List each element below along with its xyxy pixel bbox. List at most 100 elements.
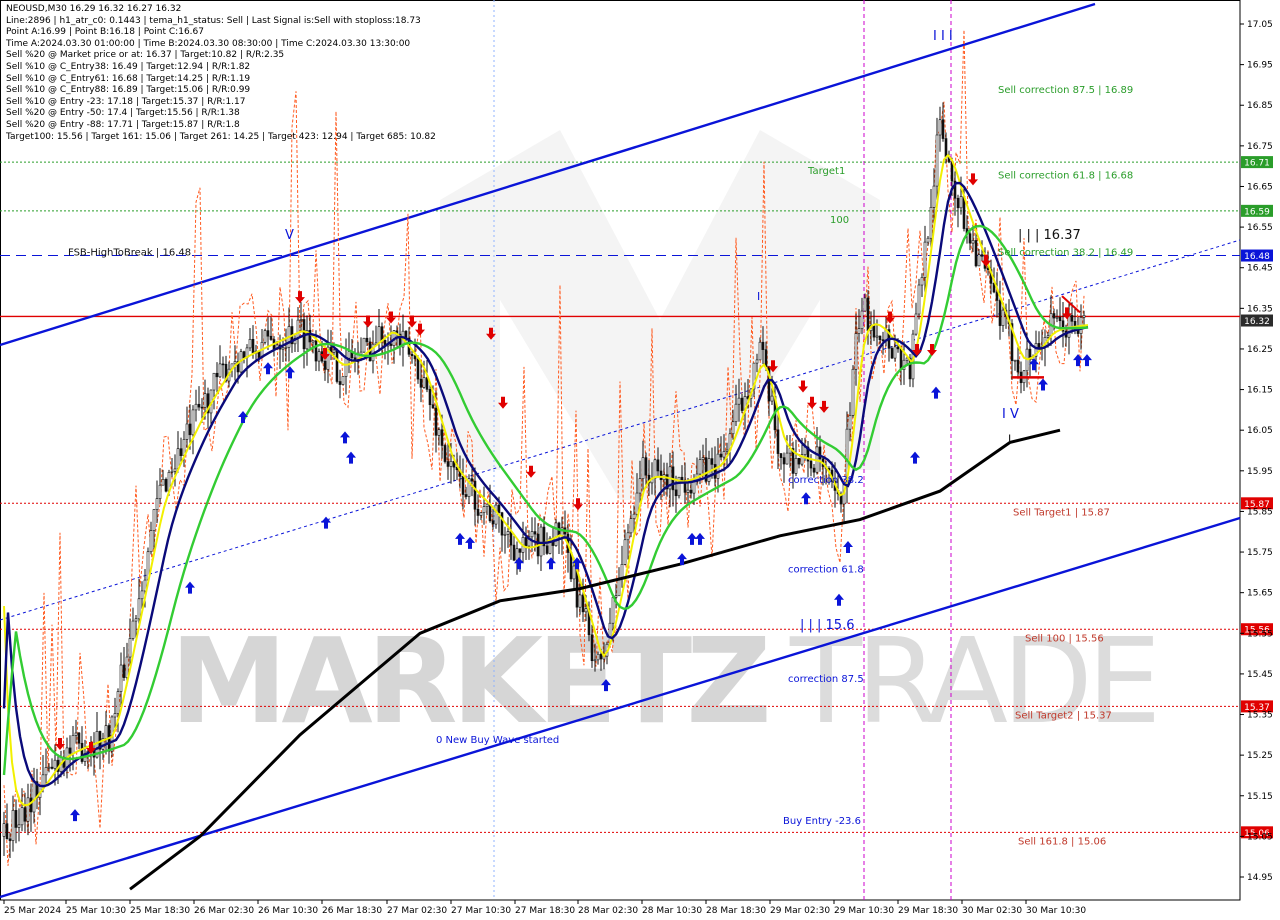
y-tick-label: 16.15: [1247, 386, 1273, 396]
candle-body: [641, 457, 645, 479]
candle-body: [470, 478, 474, 482]
candle-body: [758, 341, 762, 361]
candle-body: [653, 459, 657, 479]
candle-body: [179, 448, 183, 456]
candle-body: [848, 415, 852, 430]
candle-body: [1046, 335, 1050, 338]
candle-body: [323, 360, 327, 370]
candle-body: [191, 409, 195, 436]
x-tick-label: 29 Mar 02:30: [770, 906, 830, 916]
annotation-label: Sell 100 | 15.56: [1025, 633, 1104, 644]
candle-body: [707, 458, 711, 482]
sell-arrow: [968, 173, 978, 186]
buy-arrow: [340, 431, 350, 444]
candle-body: [809, 460, 813, 469]
candle-body: [797, 457, 801, 465]
x-tick-label: 25 Mar 2024: [4, 906, 61, 916]
sell-arrow: [573, 498, 583, 511]
candle-body: [488, 503, 492, 522]
sell-arrow: [386, 311, 396, 324]
candle-body: [935, 134, 939, 187]
candle-body: [926, 237, 930, 243]
candle-body: [497, 504, 501, 513]
candle-body: [593, 659, 597, 662]
candle-body: [725, 449, 729, 452]
x-tick-label: 25 Mar 10:30: [66, 906, 126, 916]
y-tick-label: 15.75: [1247, 548, 1273, 558]
annotation-label: 100: [830, 215, 849, 226]
y-tick-label: 14.95: [1247, 873, 1273, 883]
y-tick-label: 16.45: [1247, 264, 1273, 274]
candle-body: [188, 423, 192, 436]
info-lines: Line:2896 | h1_atr_c0: 0.1443 | tema_h1_…: [6, 16, 436, 144]
candle-body: [629, 518, 633, 534]
candle-body: [431, 404, 435, 409]
info-line: Time A:2024.03.30 01:00:00 | Time B:2024…: [6, 38, 411, 49]
candle-body: [857, 328, 861, 334]
candle-body: [41, 774, 45, 787]
candle-body: [614, 595, 618, 598]
buy-arrow: [70, 809, 80, 822]
chart-container[interactable]: MARKETZ TRADE 16.71 16.59 16.48 15.87 15.56 15.…: [0, 0, 1280, 920]
y-axis: 17.05 16.95 16.85 16.75 16.65 16.55 16.45 16.35…: [1240, 20, 1273, 883]
candle-body: [152, 509, 156, 531]
candle-body: [812, 467, 816, 473]
candle-body: [428, 389, 432, 406]
candle-body: [1001, 309, 1005, 326]
candle-body: [20, 807, 24, 826]
candle-body: [881, 339, 885, 342]
candle-body: [590, 634, 594, 662]
candle-body: [734, 403, 738, 423]
candle-body: [314, 340, 318, 362]
y-tick-label: 15.35: [1247, 711, 1273, 721]
annotation-label: FSB-HighToBreak | 16.48: [68, 247, 191, 258]
candle-body: [17, 824, 21, 828]
candle-body: [851, 368, 855, 416]
annotation-label: Sell correction 38.2 | 16.49: [998, 247, 1133, 258]
y-tick-label: 16.05: [1247, 426, 1273, 436]
candle-body: [524, 537, 528, 547]
x-tick-label: 27 Mar 18:30: [515, 906, 575, 916]
candle-body: [479, 512, 483, 516]
candle-body: [482, 506, 486, 513]
candle-body: [74, 732, 78, 736]
candle-body: [764, 349, 768, 368]
sell-arrow: [363, 315, 373, 328]
annotation-label: Sell Target1 | 15.87: [1013, 507, 1110, 518]
candle-body: [713, 464, 717, 479]
buy-arrow: [834, 593, 844, 606]
candle-body: [8, 838, 12, 841]
buy-arrow: [910, 451, 920, 464]
candle-body: [899, 348, 903, 370]
info-line: Sell %20 @ Market price or at: 16.37 | T…: [6, 50, 285, 61]
annotation-label: correction 87.5: [788, 674, 864, 685]
candle-body: [308, 330, 312, 343]
candle-body: [164, 479, 168, 492]
candle-body: [1070, 315, 1074, 322]
buy-arrow: [1038, 378, 1048, 391]
candle-body: [554, 522, 558, 546]
y-tick-label: 16.95: [1247, 61, 1273, 71]
buy-arrow: [801, 492, 811, 505]
candle-body: [656, 459, 660, 472]
candle-body: [218, 363, 222, 378]
candle-body: [185, 423, 189, 440]
candle-body: [611, 597, 615, 624]
buy-arrow: [455, 532, 465, 545]
info-line: Point A:16.99 | Point B:16.18 | Point C:…: [6, 27, 204, 38]
x-tick-label: 29 Mar 18:30: [898, 906, 958, 916]
candle-body: [449, 461, 453, 467]
candle-body: [503, 533, 507, 536]
candle-body: [68, 747, 72, 754]
candle-body: [923, 241, 927, 278]
candle-body: [878, 335, 882, 340]
candle-body: [299, 319, 303, 321]
candle-body: [422, 377, 426, 388]
candle-body: [80, 742, 84, 762]
candle-body: [11, 810, 15, 841]
candle-body: [413, 355, 417, 360]
candle-body: [332, 349, 336, 353]
candle-body: [158, 484, 162, 499]
candle-body: [596, 653, 600, 661]
candle-body: [155, 498, 159, 510]
